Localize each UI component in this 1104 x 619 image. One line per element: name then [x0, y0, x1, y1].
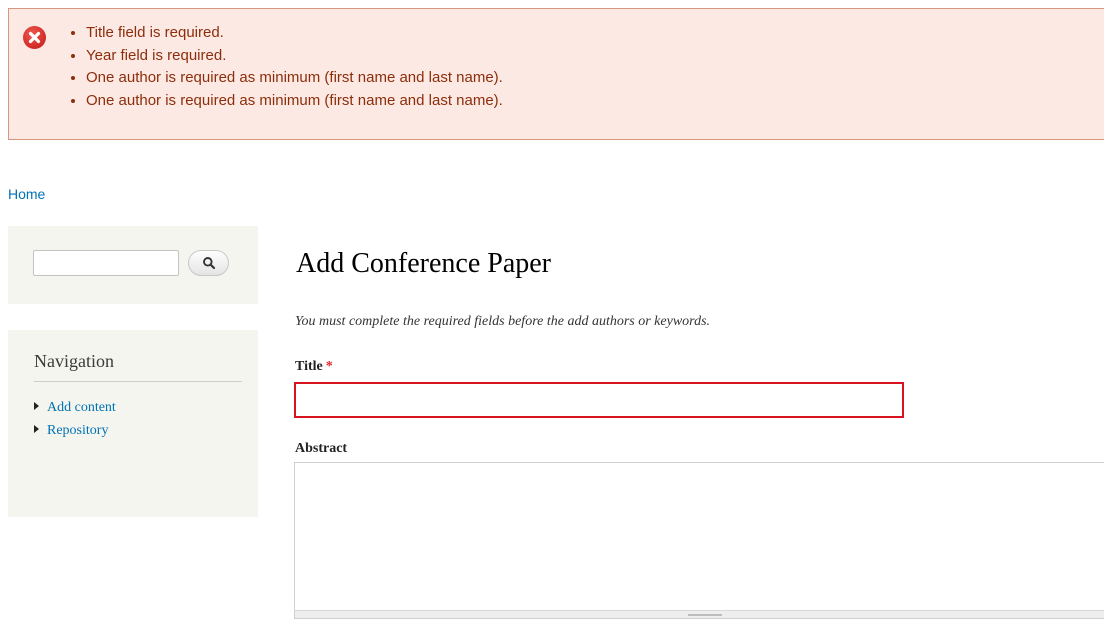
required-marker: * [325, 359, 333, 374]
search-icon [203, 257, 216, 270]
breadcrumb-home-link[interactable]: Home [8, 186, 45, 202]
nav-item-repository: Repository [34, 421, 116, 444]
error-message-item: Title field is required. [86, 22, 503, 45]
title-label: Title * [295, 359, 333, 375]
grip-icon [688, 614, 722, 616]
triangle-right-icon [34, 425, 39, 433]
page-title: Add Conference Paper [296, 248, 552, 279]
nav-item-add-content: Add content [34, 398, 116, 421]
title-label-text: Title [295, 359, 323, 374]
abstract-textarea[interactable] [294, 462, 1104, 612]
textarea-resize-handle[interactable] [294, 610, 1104, 619]
search-button[interactable] [188, 250, 229, 276]
error-message-item: One author is required as minimum (first… [86, 67, 503, 90]
title-input[interactable] [294, 382, 904, 418]
nav-link-add-content[interactable]: Add content [47, 400, 116, 415]
form-description: You must complete the required fields be… [295, 314, 711, 329]
error-messages: Title field is required. Year field is r… [8, 8, 1104, 140]
error-icon [23, 26, 46, 49]
search-block [8, 226, 258, 304]
navigation-menu: Add content Repository [34, 398, 116, 444]
error-message-item: One author is required as minimum (first… [86, 90, 503, 113]
error-list: Title field is required. Year field is r… [69, 22, 503, 112]
triangle-right-icon [34, 402, 39, 410]
search-input[interactable] [33, 250, 179, 276]
abstract-label: Abstract [295, 441, 348, 456]
navigation-block: Navigation Add content Repository [8, 330, 258, 517]
error-message-item: Year field is required. [86, 45, 503, 68]
navigation-title: Navigation [34, 351, 242, 382]
nav-link-repository[interactable]: Repository [47, 423, 108, 438]
